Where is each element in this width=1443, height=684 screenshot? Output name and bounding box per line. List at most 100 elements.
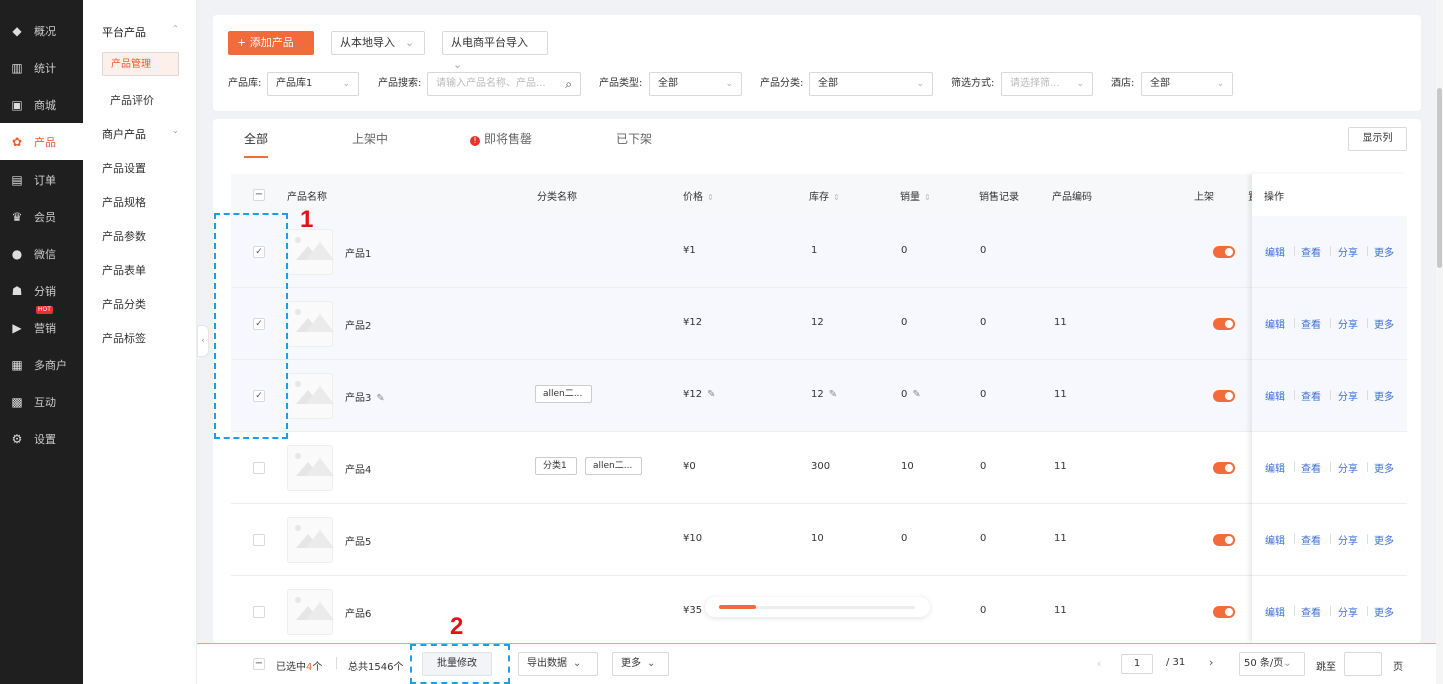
view-link[interactable]: 查看	[1301, 532, 1321, 547]
vertical-scroll-thumb[interactable]	[1437, 88, 1442, 268]
display-columns-button[interactable]: 显示列	[1348, 127, 1407, 151]
subnav-item-spec[interactable]: 产品规格	[102, 194, 146, 210]
library-select[interactable]: 产品库1 ⌄	[267, 72, 359, 96]
subnav-item-product-manage[interactable]: 产品管理	[102, 52, 179, 76]
subnav-item-category[interactable]: 产品分类	[102, 296, 146, 312]
col-sales[interactable]: 销量 ⇕	[900, 188, 931, 203]
view-link[interactable]: 查看	[1301, 604, 1321, 619]
import-ecom-dropdown[interactable]: 从电商平台导入 ⌄	[442, 31, 548, 71]
sidebar-item-overview[interactable]: ◆ 概况	[0, 12, 83, 49]
col-price[interactable]: 价格 ⇕	[683, 188, 714, 203]
sidebar-item-product[interactable]: ✿ 产品	[0, 123, 83, 160]
edit-link[interactable]: 编辑	[1265, 388, 1285, 403]
method-select[interactable]: 请选择筛... ⌄	[1001, 72, 1093, 96]
edit-link[interactable]: 编辑	[1265, 604, 1285, 619]
sort-icon[interactable]: ⇕	[707, 193, 714, 202]
page-input[interactable]: 1	[1121, 654, 1153, 674]
thumb-sun	[295, 525, 301, 531]
hotel-select[interactable]: 全部 ⌄	[1141, 72, 1233, 96]
tab-off-shelf[interactable]: 已下架	[616, 130, 652, 147]
jump-input[interactable]	[1344, 652, 1382, 676]
share-link[interactable]: 分享	[1338, 460, 1358, 475]
row-checkbox[interactable]	[253, 462, 265, 474]
listed-toggle[interactable]	[1213, 534, 1235, 546]
row-checkbox[interactable]	[253, 606, 265, 618]
view-link[interactable]: 查看	[1301, 388, 1321, 403]
more-link[interactable]: 更多	[1374, 316, 1394, 331]
more-link[interactable]: 更多	[1374, 532, 1394, 547]
action-separator	[1367, 534, 1368, 544]
sidebar-item-merchant[interactable]: ▦ 多商户	[0, 346, 83, 383]
view-link[interactable]: 查看	[1301, 316, 1321, 331]
subnav-group-platform[interactable]: 平台产品 ⌃	[102, 24, 179, 40]
product-name: 产品6	[345, 609, 372, 620]
subnav-item-tag[interactable]: 产品标签	[102, 330, 146, 346]
more-link[interactable]: 更多	[1374, 604, 1394, 619]
prev-page-icon[interactable]: ‹	[1097, 657, 1101, 670]
more-link[interactable]: 更多	[1374, 460, 1394, 475]
edit-link[interactable]: 编辑	[1265, 532, 1285, 547]
scroll-thumb[interactable]	[719, 605, 756, 609]
search-icon[interactable]: ⌕	[565, 73, 572, 95]
collapse-toggle[interactable]: ‹	[197, 325, 209, 357]
edit-pencil-icon[interactable]: ✎	[707, 389, 715, 400]
tab-sell-out-soon[interactable]: ! 即将售罄	[470, 130, 532, 147]
edit-link[interactable]: 编辑	[1265, 460, 1285, 475]
subnav-item-form[interactable]: 产品表单	[102, 262, 146, 278]
interaction-icon: ▩	[11, 394, 23, 409]
listed-toggle[interactable]	[1213, 606, 1235, 618]
edit-link[interactable]: 编辑	[1265, 244, 1285, 259]
view-link[interactable]: 查看	[1301, 460, 1321, 475]
subnav-item-settings[interactable]: 产品设置	[102, 160, 146, 176]
tab-on-sale[interactable]: 上架中	[352, 130, 388, 147]
sidebar-item-distribution[interactable]: ☗ 分销	[0, 272, 83, 309]
share-link[interactable]: 分享	[1338, 316, 1358, 331]
sidebar-item-member[interactable]: ♛ 会员	[0, 198, 83, 235]
sidebar-item-interaction[interactable]: ▩ 互动	[0, 383, 83, 420]
search-input[interactable]: 请输入产品名称、产品... ⌕	[427, 72, 581, 96]
sidebar-item-settings[interactable]: ⚙ 设置	[0, 420, 83, 457]
share-link[interactable]: 分享	[1338, 532, 1358, 547]
listed-toggle[interactable]	[1213, 318, 1235, 330]
edit-pencil-icon[interactable]: ✎	[376, 393, 384, 404]
sidebar-item-shop[interactable]: ▣ 商城	[0, 86, 83, 123]
sidebar-item-marketing[interactable]: ▶ 营销 HOT	[0, 306, 83, 346]
add-product-button[interactable]: + 添加产品	[228, 31, 314, 55]
col-stock[interactable]: 库存 ⇕	[809, 188, 840, 203]
listed-toggle[interactable]	[1213, 246, 1235, 258]
edit-pencil-icon[interactable]: ✎	[912, 389, 920, 400]
view-link[interactable]: 查看	[1301, 244, 1321, 259]
page-size-select[interactable]: 50 条/页⌄	[1239, 652, 1305, 676]
more-link[interactable]: 更多	[1374, 388, 1394, 403]
share-link[interactable]: 分享	[1338, 604, 1358, 619]
sidebar-item-order[interactable]: ▤ 订单	[0, 161, 83, 198]
more-link[interactable]: 更多	[1374, 244, 1394, 259]
subnav-item-product-review[interactable]: 产品评价	[110, 92, 154, 108]
edit-pencil-icon[interactable]: ✎	[829, 389, 837, 400]
tab-all[interactable]: 全部	[244, 130, 268, 147]
horizontal-scrollbar[interactable]	[705, 597, 930, 617]
listed-toggle[interactable]	[1213, 462, 1235, 474]
category-select[interactable]: 全部 ⌄	[809, 72, 933, 96]
type-select[interactable]: 全部 ⌄	[649, 72, 742, 96]
sort-icon[interactable]: ⇕	[833, 193, 840, 202]
row-checkbox[interactable]	[253, 534, 265, 546]
price-cell: ¥35	[683, 605, 702, 616]
next-page-icon[interactable]: ›	[1209, 656, 1213, 669]
sidebar-item-wechat[interactable]: ● 微信	[0, 235, 83, 272]
share-link[interactable]: 分享	[1338, 244, 1358, 259]
share-link[interactable]: 分享	[1338, 388, 1358, 403]
more-dropdown[interactable]: 更多 ⌄	[612, 652, 669, 676]
select-all-checkbox[interactable]: −	[253, 189, 265, 201]
edit-link[interactable]: 编辑	[1265, 316, 1285, 331]
subnav-item-params[interactable]: 产品参数	[102, 228, 146, 244]
bottom-select-all-checkbox[interactable]: −	[253, 658, 265, 670]
vertical-scrollbar[interactable]	[1436, 0, 1443, 684]
sort-icon[interactable]: ⇕	[924, 193, 931, 202]
sidebar-item-stats[interactable]: ▥ 统计	[0, 49, 83, 86]
listed-toggle[interactable]	[1213, 390, 1235, 402]
subnav-group-merchant[interactable]: 商户产品 ⌄	[102, 126, 179, 142]
select-value: 50 条/页	[1244, 658, 1284, 669]
import-local-dropdown[interactable]: 从本地导入 ⌄	[331, 31, 425, 55]
export-data-dropdown[interactable]: 导出数据 ⌄	[518, 652, 598, 676]
